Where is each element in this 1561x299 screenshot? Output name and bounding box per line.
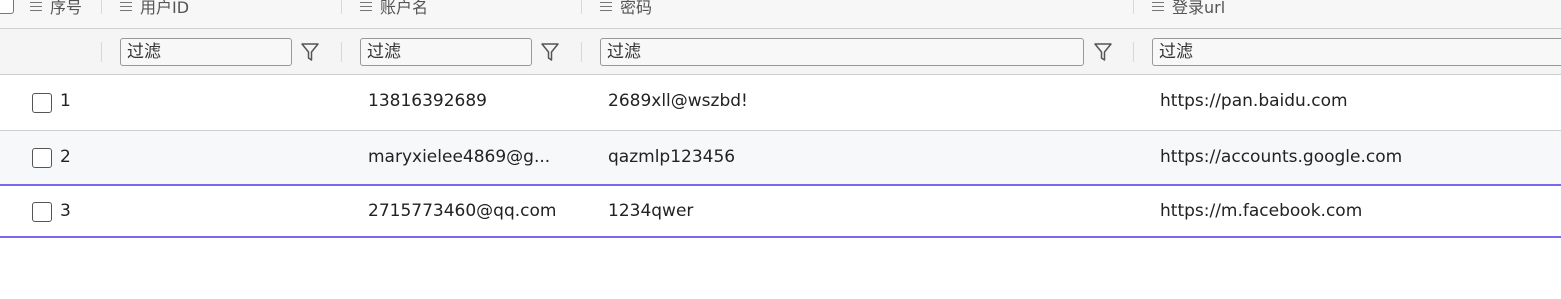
filter-icon[interactable] <box>300 41 320 63</box>
list-icon <box>360 1 372 12</box>
cell-password: qazmlp123456 <box>608 147 736 167</box>
column-divider[interactable] <box>1133 0 1134 14</box>
list-icon <box>120 1 132 12</box>
cell-account: maryxielee4869@g... <box>368 147 551 167</box>
cell-login-url: https://accounts.google.com <box>1160 147 1403 167</box>
filter-icon[interactable] <box>1093 41 1113 63</box>
cell-seq: 1 <box>60 91 71 111</box>
column-divider[interactable] <box>341 0 342 14</box>
table-header: 序号 用户ID 账户名 密码 登录url <box>0 0 1561 29</box>
cell-password: 2689xll@wszbd! <box>608 91 748 111</box>
column-header-user-id[interactable]: 用户ID <box>120 0 189 20</box>
table-row[interactable]: 3 2715773460@qq.com 1234qwer https://m.f… <box>0 186 1561 238</box>
column-divider <box>581 42 582 62</box>
cell-login-url: https://pan.baidu.com <box>1160 91 1348 111</box>
column-header-login-url[interactable]: 登录url <box>1152 0 1225 20</box>
filter-input-login-url[interactable] <box>1152 38 1561 66</box>
cell-password: 1234qwer <box>608 201 694 221</box>
table-row[interactable]: 1 13816392689 2689xll@wszbd! https://pan… <box>0 75 1561 131</box>
cell-login-url: https://m.facebook.com <box>1160 201 1363 221</box>
cell-account: 2715773460@qq.com <box>368 201 557 221</box>
filter-input-user-id[interactable] <box>120 38 292 66</box>
column-divider <box>341 42 342 62</box>
filter-input-account[interactable] <box>360 38 532 66</box>
row-checkbox[interactable] <box>32 202 52 222</box>
row-checkbox[interactable] <box>32 93 52 113</box>
column-divider <box>101 42 102 62</box>
cell-seq: 2 <box>60 147 71 167</box>
column-divider[interactable] <box>101 0 102 14</box>
list-icon <box>30 1 42 12</box>
column-header-account[interactable]: 账户名 <box>360 0 428 20</box>
cell-account: 13816392689 <box>368 91 487 111</box>
select-all-checkbox[interactable] <box>0 0 14 14</box>
table-row[interactable]: 2 maryxielee4869@g... qazmlp123456 https… <box>0 131 1561 186</box>
column-divider[interactable] <box>581 0 582 14</box>
row-checkbox[interactable] <box>32 148 52 168</box>
column-divider <box>1133 42 1134 62</box>
column-header-password[interactable]: 密码 <box>600 0 652 20</box>
filter-input-password[interactable] <box>600 38 1084 66</box>
filter-row <box>0 29 1561 75</box>
list-icon <box>600 1 612 12</box>
cell-seq: 3 <box>60 201 71 221</box>
column-header-seq[interactable]: 序号 <box>30 0 82 20</box>
filter-icon[interactable] <box>540 41 560 63</box>
list-icon <box>1152 1 1164 12</box>
